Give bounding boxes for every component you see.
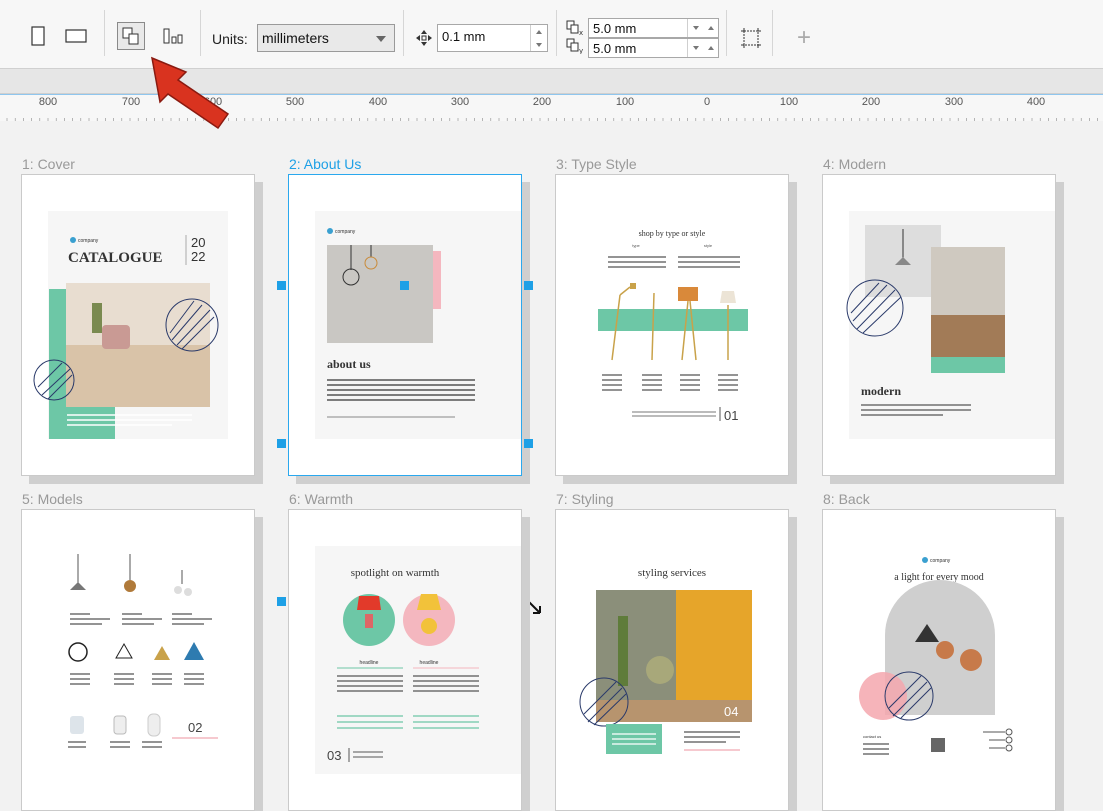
selection-handle[interactable] <box>524 281 533 290</box>
type-col-b: style <box>704 243 713 248</box>
warmth-page-number: 03 <box>327 748 341 763</box>
page-thumbnail-back[interactable]: company a light for every mood contact u… <box>822 509 1056 811</box>
cover-artwork: company CATALOGUE 20 22 <box>33 211 228 439</box>
page-label-about-us: 2: About Us <box>289 156 362 172</box>
ruler-label: 500 <box>285 96 305 108</box>
about-brand: company <box>335 229 356 235</box>
units-value: millimeters <box>262 30 329 46</box>
cover-year-top: 20 <box>191 235 205 250</box>
warmth-title: spotlight on warmth <box>351 567 440 579</box>
nudge-distance-icon <box>416 30 432 46</box>
warmth-headline-b: headline <box>420 660 439 666</box>
page-label-models: 5: Models <box>22 491 83 507</box>
toolbar-separator <box>726 10 727 56</box>
ruler-label: 100 <box>615 96 635 108</box>
ruler-label: 400 <box>368 96 388 108</box>
page-label-styling: 7: Styling <box>556 491 614 507</box>
cover-title: CATALOGUE <box>68 250 162 266</box>
page-sizes-icon <box>163 28 183 44</box>
modern-title: modern <box>861 384 901 398</box>
styling-artwork: styling services 04 <box>579 567 752 754</box>
page-thumbnail-cover[interactable]: company CATALOGUE 20 22 <box>21 174 255 476</box>
duplicate-distance-x-icon: x <box>566 20 583 36</box>
page-sorter-canvas[interactable]: 1: Cover 2: About Us 3: Type Style 4: Mo… <box>0 121 1103 811</box>
landscape-page-icon <box>65 29 87 43</box>
nudge-spinner[interactable] <box>530 25 547 51</box>
duplicate-y-spinner[interactable] <box>687 39 718 57</box>
about-title: about us <box>327 357 371 371</box>
ruler-label: 800 <box>38 96 58 108</box>
duplicate-distance-y-icon: y <box>566 38 583 54</box>
annotation-arrow-icon <box>151 56 230 130</box>
back-artwork: company a light for every mood contact u… <box>859 557 1013 755</box>
type-col-a: type <box>632 243 640 248</box>
toolbar-separator <box>403 10 404 56</box>
duplicate-distance-y-field[interactable]: 5.0 mm <box>588 38 719 58</box>
page-label-cover: 1: Cover <box>22 156 75 172</box>
styling-page-number: 04 <box>724 704 738 719</box>
current-page-button[interactable] <box>159 22 187 50</box>
ruler-label: 300 <box>450 96 470 108</box>
page-thumbnail-type-style[interactable]: shop by type or style type style 01 <box>555 174 789 476</box>
warmth-headline-a: headline <box>360 660 379 666</box>
ruler-label: 200 <box>532 96 552 108</box>
styling-title: styling services <box>638 567 706 579</box>
duplicate-distance-y-value: 5.0 mm <box>593 41 637 56</box>
back-brand: company <box>930 558 951 564</box>
toolbar-separator <box>104 10 105 56</box>
cover-year-bottom: 22 <box>191 249 205 264</box>
page-thumbnail-about-us[interactable]: company about us <box>288 174 522 476</box>
selection-handle[interactable] <box>277 281 286 290</box>
duplicate-x-spinner[interactable] <box>687 19 718 37</box>
duplicate-distance-x-value: 5.0 mm <box>593 21 637 36</box>
ruler-label: 700 <box>121 96 141 108</box>
nudge-distance-value: 0.1 mm <box>442 29 486 44</box>
toolbar-separator <box>772 10 773 56</box>
page-thumbnail-modern[interactable]: modern <box>822 174 1056 476</box>
add-page-button[interactable]: + <box>797 24 811 52</box>
ruler-label: 200 <box>861 96 881 108</box>
page-thumbnail-warmth[interactable]: spotlight on warmth headline headline 03 <box>288 509 522 811</box>
selection-handle[interactable] <box>524 439 533 448</box>
chevron-down-icon <box>376 36 386 42</box>
warmth-artwork: spotlight on warmth headline headline 03 <box>315 546 521 774</box>
page-label-modern: 4: Modern <box>823 156 887 172</box>
type-page-number: 01 <box>724 408 738 423</box>
duplicate-distance-x-field[interactable]: 5.0 mm <box>588 18 719 38</box>
portrait-page-icon <box>31 26 45 46</box>
page-border-icon <box>741 28 761 48</box>
ruler-label: 0 <box>703 96 711 108</box>
units-dropdown[interactable]: millimeters <box>257 24 395 52</box>
ruler-label: 400 <box>1026 96 1046 108</box>
landscape-orientation-button[interactable] <box>62 22 90 50</box>
type-style-artwork: shop by type or style type style 01 <box>598 229 748 423</box>
page-label-warmth: 6: Warmth <box>289 491 354 507</box>
cover-brand: company <box>78 238 99 244</box>
portrait-orientation-button[interactable] <box>24 22 52 50</box>
svg-text:y: y <box>579 47 583 54</box>
toolbar-separator <box>556 10 557 56</box>
svg-text:x: x <box>579 29 583 36</box>
selection-handle[interactable] <box>277 439 286 448</box>
modern-artwork: modern <box>846 211 1055 439</box>
page-label-back: 8: Back <box>823 491 870 507</box>
multiple-pages-icon <box>122 27 139 45</box>
all-pages-button[interactable] <box>117 22 145 50</box>
ruler-label: 300 <box>944 96 964 108</box>
page-label-type-style: 3: Type Style <box>556 156 637 172</box>
page-thumbnail-styling[interactable]: styling services 04 <box>555 509 789 811</box>
back-contact: contact us <box>863 734 881 739</box>
type-title: shop by type or style <box>639 229 706 238</box>
models-artwork: 02 <box>68 554 218 748</box>
page-border-button[interactable] <box>737 24 765 52</box>
page-thumbnail-models[interactable]: 02 <box>21 509 255 811</box>
units-label: Units: <box>212 31 248 47</box>
selection-handle[interactable] <box>400 281 409 290</box>
ruler-label: 100 <box>779 96 799 108</box>
about-us-artwork: company about us <box>315 211 521 439</box>
selection-handle[interactable] <box>277 597 286 606</box>
nudge-distance-field[interactable]: 0.1 mm <box>437 24 548 52</box>
models-page-number: 02 <box>188 720 202 735</box>
